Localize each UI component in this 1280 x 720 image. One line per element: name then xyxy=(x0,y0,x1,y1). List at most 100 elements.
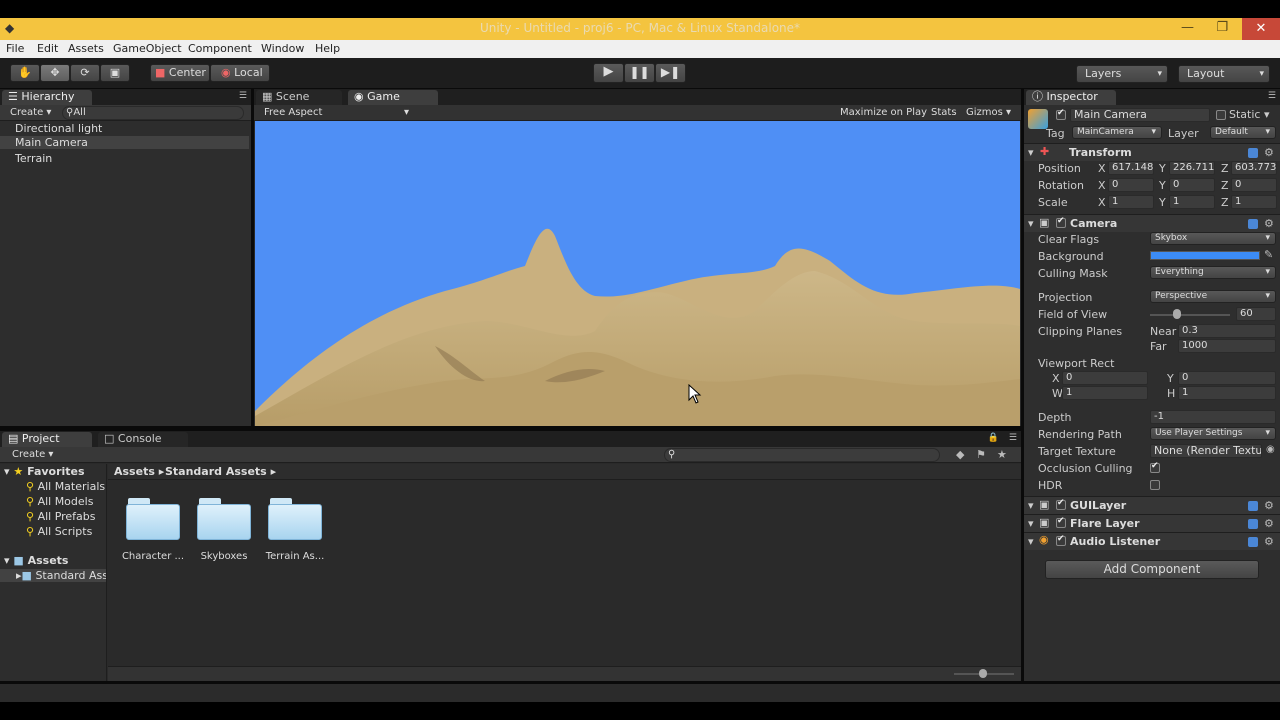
icon-size-slider-thumb[interactable] xyxy=(979,669,987,678)
maximize-on-play-toggle[interactable]: Maximize on Play xyxy=(840,107,927,118)
active-checkbox[interactable] xyxy=(1056,108,1066,120)
viewport-w-field[interactable]: 1 xyxy=(1062,386,1148,400)
static-dropdown[interactable]: Static ▾ xyxy=(1229,108,1269,121)
help-book-icon[interactable] xyxy=(1248,219,1258,229)
viewport-x-field[interactable]: 0 xyxy=(1062,371,1148,385)
near-field[interactable]: 0.3 xyxy=(1178,324,1276,338)
rotate-tool-button[interactable]: ⟳ xyxy=(70,64,100,82)
fov-field[interactable]: 60 xyxy=(1236,307,1276,321)
guilayer-enabled-checkbox[interactable] xyxy=(1056,498,1066,510)
menu-help[interactable]: Help xyxy=(315,42,340,55)
tab-console[interactable]: □ Console xyxy=(98,432,188,447)
depth-field[interactable]: -1 xyxy=(1150,410,1276,424)
clear-flags-dropdown[interactable]: Skybox xyxy=(1150,232,1276,245)
favorite-item[interactable]: ⚲ All Scripts xyxy=(26,525,92,538)
flarelayer-header[interactable]: ▾ ▣ Flare Layer ⚙ xyxy=(1024,514,1280,532)
object-picker-icon[interactable]: ◉ xyxy=(1266,444,1275,455)
tab-hierarchy[interactable]: ☰ Hierarchy xyxy=(2,90,92,105)
menu-window[interactable]: Window xyxy=(261,42,304,55)
folder-icon[interactable] xyxy=(268,498,322,540)
layers-dropdown[interactable]: Layers xyxy=(1076,65,1168,83)
tag-dropdown[interactable]: MainCamera xyxy=(1072,126,1162,139)
audiolistener-header[interactable]: ▾ ◉ Audio Listener ⚙ xyxy=(1024,532,1280,550)
gear-icon[interactable]: ⚙ xyxy=(1264,517,1274,530)
viewport-h-field[interactable]: 1 xyxy=(1178,386,1276,400)
gear-icon[interactable]: ⚙ xyxy=(1264,146,1274,159)
hand-tool-button[interactable]: ✋ xyxy=(10,64,40,82)
close-button[interactable]: ✕ xyxy=(1242,18,1280,40)
static-checkbox[interactable] xyxy=(1216,110,1226,120)
background-color-swatch[interactable] xyxy=(1150,251,1260,260)
panel-menu-icon[interactable]: ☰ xyxy=(1009,433,1017,443)
panel-menu-icon[interactable]: ☰ xyxy=(239,91,247,101)
position-z-field[interactable]: 603.773 xyxy=(1231,161,1277,175)
scale-x-field[interactable]: 1 xyxy=(1108,195,1154,209)
favorites-header[interactable]: ▾ ★ Favorites xyxy=(4,465,85,478)
gear-icon[interactable]: ⚙ xyxy=(1264,535,1274,548)
minimize-icon[interactable]: — xyxy=(1181,20,1194,35)
move-tool-button[interactable]: ✥ xyxy=(40,64,70,82)
lock-icon[interactable]: 🔒 xyxy=(988,433,999,443)
rotation-y-field[interactable]: 0 xyxy=(1169,178,1215,192)
help-book-icon[interactable] xyxy=(1248,519,1258,529)
help-book-icon[interactable] xyxy=(1248,537,1258,547)
transform-header[interactable]: ▾ ✚ Transform ⚙ xyxy=(1024,143,1280,161)
rotation-z-field[interactable]: 0 xyxy=(1231,178,1277,192)
pivot-center-button[interactable]: ■ Center xyxy=(150,64,210,82)
menu-file[interactable]: File xyxy=(6,42,24,55)
position-y-field[interactable]: 226.711 xyxy=(1169,161,1215,175)
hierarchy-create-button[interactable]: Create ▾ xyxy=(10,107,51,118)
breadcrumb-assets[interactable]: Assets ▸ xyxy=(114,465,164,478)
menu-assets[interactable]: Assets xyxy=(68,42,104,55)
tree-item-standard-assets[interactable]: ▸■ Standard Assets xyxy=(0,569,106,582)
viewport-y-field[interactable]: 0 xyxy=(1178,371,1276,385)
position-x-field[interactable]: 617.148 xyxy=(1108,161,1154,175)
camera-header[interactable]: ▾ ▣ Camera ⚙ xyxy=(1024,214,1280,232)
scale-y-field[interactable]: 1 xyxy=(1169,195,1215,209)
rotation-x-field[interactable]: 0 xyxy=(1108,178,1154,192)
audiolistener-enabled-checkbox[interactable] xyxy=(1056,534,1066,546)
scale-z-field[interactable]: 1 xyxy=(1231,195,1277,209)
pivot-local-button[interactable]: ◉ Local xyxy=(210,64,270,82)
tab-inspector[interactable]: ⓘ Inspector xyxy=(1026,90,1116,105)
favorite-item[interactable]: ⚲ All Materials xyxy=(26,480,105,493)
add-component-button[interactable]: Add Component xyxy=(1045,560,1259,579)
pause-button[interactable]: ❚❚ xyxy=(624,63,655,83)
fov-slider-thumb[interactable] xyxy=(1172,309,1181,319)
eyedropper-icon[interactable]: ✎ xyxy=(1264,248,1273,261)
far-field[interactable]: 1000 xyxy=(1178,339,1276,353)
favorite-item[interactable]: ⚲ All Prefabs xyxy=(26,510,96,523)
flarelayer-enabled-checkbox[interactable] xyxy=(1056,516,1066,528)
tab-scene[interactable]: ▦ Scene xyxy=(256,90,342,105)
help-book-icon[interactable] xyxy=(1248,148,1258,158)
camera-enabled-checkbox[interactable] xyxy=(1056,216,1066,228)
gear-icon[interactable]: ⚙ xyxy=(1264,499,1274,512)
tab-project[interactable]: ▤ Project xyxy=(2,432,92,447)
hierarchy-item-selected[interactable]: Main Camera xyxy=(0,136,249,149)
help-book-icon[interactable] xyxy=(1248,501,1258,511)
layout-dropdown[interactable]: Layout xyxy=(1178,65,1270,83)
folder-icon[interactable] xyxy=(126,498,180,540)
project-search-input[interactable]: ⚲ xyxy=(664,448,940,462)
filter-label-icon[interactable]: ⚑ xyxy=(976,448,986,461)
favorite-star-icon[interactable]: ★ xyxy=(997,448,1007,461)
maximize-icon[interactable]: ❐ xyxy=(1216,20,1228,35)
occlusion-culling-checkbox[interactable] xyxy=(1150,461,1160,473)
folder-icon[interactable] xyxy=(197,498,251,540)
hdr-checkbox[interactable] xyxy=(1150,480,1160,490)
hierarchy-search-input[interactable]: ⚲All xyxy=(62,106,244,120)
gear-icon[interactable]: ⚙ xyxy=(1264,217,1274,230)
hierarchy-item[interactable]: Directional light xyxy=(15,122,102,135)
rendering-path-dropdown[interactable]: Use Player Settings xyxy=(1150,427,1276,440)
guilayer-header[interactable]: ▾ ▣ GUILayer ⚙ xyxy=(1024,496,1280,514)
project-create-button[interactable]: Create ▾ xyxy=(12,449,53,460)
hierarchy-item[interactable]: Terrain xyxy=(15,152,52,165)
projection-dropdown[interactable]: Perspective xyxy=(1150,290,1276,303)
favorite-item[interactable]: ⚲ All Models xyxy=(26,495,93,508)
gizmos-dropdown[interactable]: Gizmos ▾ xyxy=(966,107,1011,118)
scale-tool-button[interactable]: ▣ xyxy=(100,64,130,82)
step-button[interactable]: ▶❚ xyxy=(655,63,686,83)
menu-component[interactable]: Component xyxy=(188,42,252,55)
culling-mask-dropdown[interactable]: Everything xyxy=(1150,266,1276,279)
filter-type-icon[interactable]: ◆ xyxy=(956,448,964,461)
